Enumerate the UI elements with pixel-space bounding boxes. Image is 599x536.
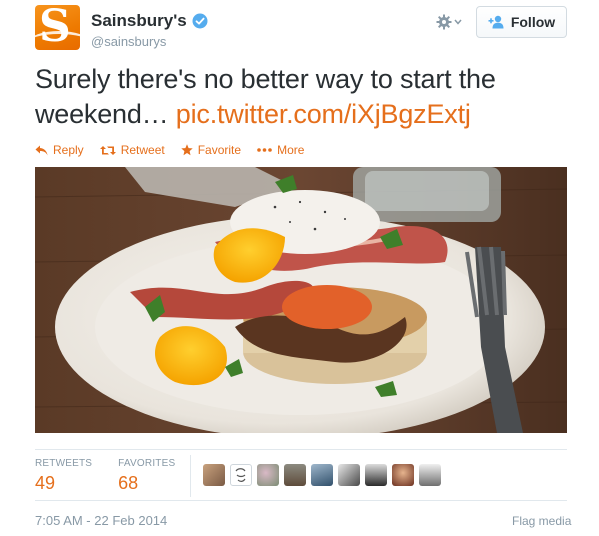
follow-label: Follow xyxy=(510,14,556,30)
tweet-media-photo[interactable] xyxy=(35,167,567,433)
user-actions-menu[interactable] xyxy=(436,12,468,32)
favoriter-avatar[interactable] xyxy=(203,464,225,486)
retweets-stat[interactable]: RETWEETS 49 xyxy=(35,458,92,494)
favoriters-facepile xyxy=(203,464,441,486)
food-photo-image xyxy=(35,167,567,433)
stats-divider xyxy=(190,455,191,497)
favoriter-avatar[interactable] xyxy=(284,464,306,486)
tweet-stats: RETWEETS 49 FAVORITES 68 xyxy=(35,458,201,494)
verified-badge-icon xyxy=(192,13,208,29)
favoriter-avatar[interactable] xyxy=(257,464,279,486)
add-person-icon xyxy=(488,15,504,29)
flag-media-link[interactable]: Flag media xyxy=(512,514,571,528)
avatar[interactable]: S xyxy=(35,5,80,50)
favoriter-avatar[interactable] xyxy=(419,464,441,486)
retweets-label: RETWEETS xyxy=(35,458,93,469)
name-row: Sainsbury's xyxy=(91,11,208,31)
favorite-label: Favorite xyxy=(197,143,242,157)
favorites-label: FAVORITES xyxy=(118,458,176,469)
gear-icon xyxy=(436,14,452,30)
favorite-button[interactable]: Favorite xyxy=(181,143,241,157)
more-dots-icon xyxy=(257,148,272,152)
retweets-count: 49 xyxy=(35,473,56,493)
favorites-count: 68 xyxy=(118,473,139,493)
favoriter-avatar[interactable] xyxy=(338,464,360,486)
more-button[interactable]: More xyxy=(257,143,304,157)
favoriter-avatar[interactable] xyxy=(311,464,333,486)
retweet-button[interactable]: Retweet xyxy=(99,143,165,157)
retweet-icon xyxy=(99,145,116,155)
user-handle[interactable]: @sainsburys xyxy=(91,34,166,49)
divider-bottom xyxy=(35,500,567,501)
more-label: More xyxy=(277,143,305,157)
follow-button[interactable]: Follow xyxy=(476,6,567,38)
tweet-media-link[interactable]: pic.twitter.com/iXjBgzExtj xyxy=(176,99,471,129)
retweet-label: Retweet xyxy=(120,143,165,157)
logo-swoosh xyxy=(35,31,80,50)
divider-top xyxy=(35,449,567,450)
reply-button[interactable]: Reply xyxy=(35,143,84,157)
display-name[interactable]: Sainsbury's xyxy=(91,11,187,31)
favoriter-avatar[interactable] xyxy=(365,464,387,486)
reply-icon xyxy=(35,145,48,155)
tweet-text: Surely there's no better way to start th… xyxy=(35,62,575,132)
star-icon xyxy=(181,144,193,156)
sketch-face-icon xyxy=(235,468,246,482)
favoriter-avatar[interactable] xyxy=(392,464,414,486)
reply-label: Reply xyxy=(53,143,84,157)
favorites-stat[interactable]: FAVORITES 68 xyxy=(118,458,175,494)
chevron-down-icon xyxy=(454,19,462,25)
favoriter-avatar[interactable] xyxy=(230,464,252,486)
tweet-timestamp[interactable]: 7:05 AM - 22 Feb 2014 xyxy=(35,513,167,528)
tweet-actions: Reply Retweet Favorite More xyxy=(35,143,320,157)
